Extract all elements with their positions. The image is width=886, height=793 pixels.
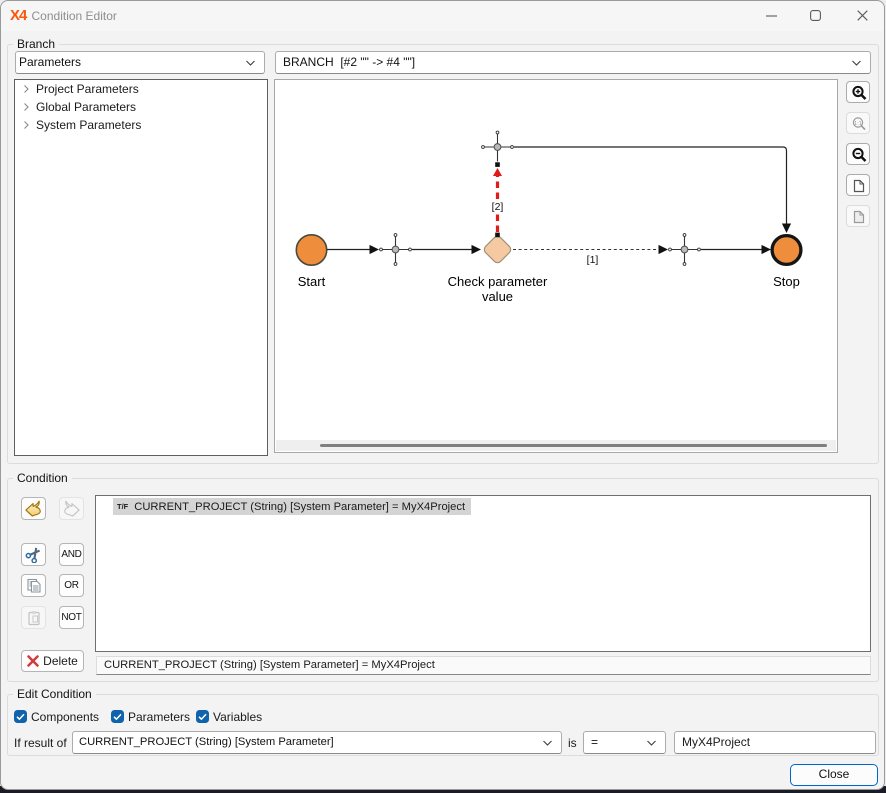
svg-text:Check parameter: Check parameter [448, 274, 548, 289]
svg-text:Stop: Stop [773, 274, 800, 289]
svg-text:value: value [482, 289, 513, 304]
svg-text:[2]: [2] [492, 201, 504, 213]
svg-text:Start: Start [298, 274, 326, 289]
svg-text:[1]: [1] [587, 254, 599, 266]
svg-text:1:1: 1:1 [854, 121, 862, 127]
